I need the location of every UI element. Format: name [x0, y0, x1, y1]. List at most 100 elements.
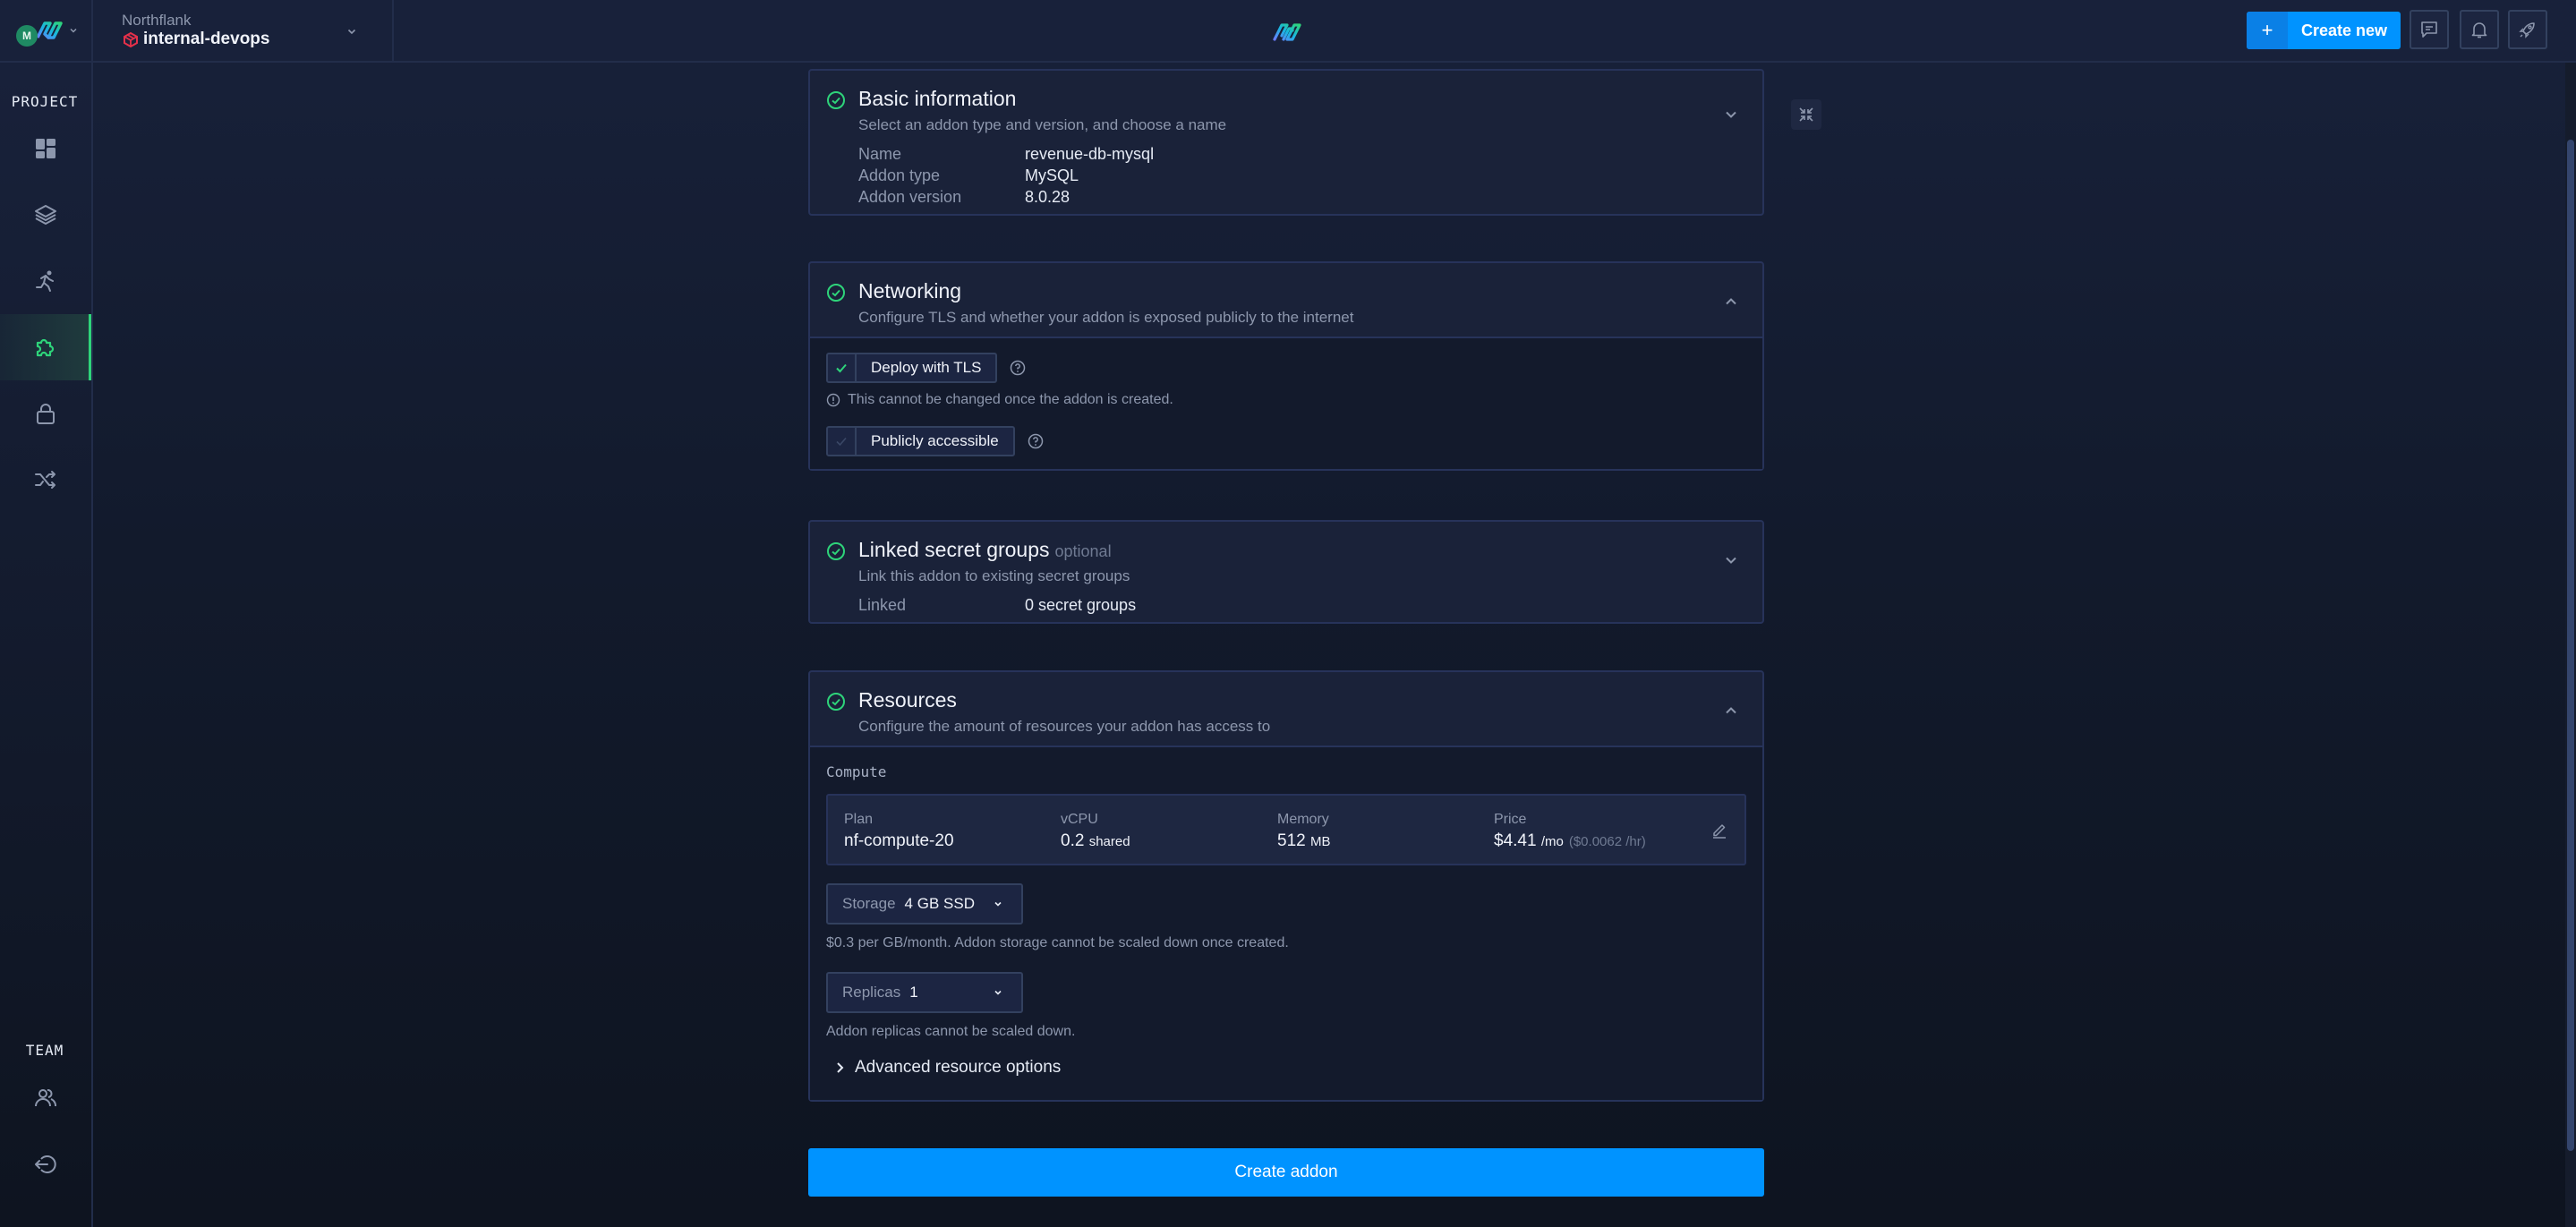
compute-heading: Compute	[826, 763, 887, 780]
replicas-select[interactable]: Replicas 1	[826, 972, 1023, 1013]
scrollbar-thumb[interactable]	[2567, 140, 2574, 1151]
edit-pencil-icon[interactable]	[1710, 821, 1728, 839]
account-switcher[interactable]: M	[0, 0, 93, 63]
chat-icon	[2421, 21, 2437, 38]
northflank-logo-icon	[1273, 23, 1301, 41]
sidebar-item-team-members[interactable]	[0, 1065, 91, 1131]
advanced-resource-options-toggle[interactable]: Advanced resource options	[835, 1058, 1061, 1078]
compute-plan-card: Plan nf-compute-20 vCPU 0.2 shared Memor…	[826, 794, 1746, 865]
sidebar-item-jobs[interactable]	[0, 248, 91, 314]
top-bar: M Northflank internal-devops + Create ne…	[0, 0, 2576, 63]
chevron-down-icon	[994, 901, 1002, 907]
project-selector[interactable]: Northflank internal-devops	[93, 0, 394, 63]
optional-badge: optional	[1054, 542, 1112, 560]
create-new-button[interactable]: + Create new	[2247, 12, 2401, 49]
vcpu-label: vCPU	[1061, 812, 1098, 827]
project-name: internal-devops	[143, 30, 270, 48]
field-row: Addon version 8.0.28	[858, 186, 1762, 208]
sidebar-item-logout[interactable]	[0, 1131, 91, 1197]
project-heading: PROJECT	[11, 93, 79, 110]
section-title: Resources	[858, 688, 957, 711]
sidebar-item-services[interactable]	[0, 182, 91, 248]
sidebar-item-pipelines[interactable]	[0, 447, 91, 513]
team-heading: TEAM	[25, 1042, 64, 1059]
select-label: Storage	[842, 895, 896, 912]
publicly-accessible-checkbox[interactable]: Publicly accessible	[826, 426, 1015, 456]
field-value: revenue-db-mysql	[1025, 145, 1155, 163]
deploy-with-tls-checkbox[interactable]: Deploy with TLS	[826, 353, 998, 383]
resources-section: Resources Configure the amount of resour…	[808, 670, 1764, 1102]
field-value: 0 secret groups	[1025, 596, 1137, 614]
chevron-right-icon	[837, 1062, 844, 1073]
select-value: 1	[909, 984, 918, 1001]
price-value: $4.41	[1494, 831, 1537, 850]
field-value: 8.0.28	[1025, 188, 1070, 206]
northflank-logo-icon	[36, 21, 63, 39]
create-addon-button[interactable]: Create addon	[808, 1148, 1764, 1197]
whats-new-button[interactable]	[2508, 10, 2547, 49]
rocket-icon	[2519, 22, 2535, 38]
field-label: Addon version	[858, 188, 962, 206]
chevron-up-icon[interactable]	[1723, 703, 1739, 719]
memory-unit: MB	[1309, 834, 1331, 849]
price-column: Price $4.41 /mo ($0.0062 /hr)	[1494, 812, 1646, 851]
chevron-down-icon	[347, 29, 356, 35]
layers-icon	[35, 205, 56, 225]
plus-icon: +	[2247, 12, 2288, 49]
help-circle-icon[interactable]	[1028, 433, 1044, 449]
chevron-down-icon[interactable]	[1723, 107, 1739, 123]
create-new-label: Create new	[2300, 21, 2388, 39]
feedback-button[interactable]	[2410, 10, 2449, 49]
field-row: Linked 0 secret groups	[858, 594, 1762, 616]
sidebar-item-addons[interactable]	[0, 314, 91, 380]
price-hourly: ($0.0062 /hr)	[1568, 834, 1646, 849]
info-icon	[826, 393, 840, 407]
field-row: Name revenue-db-mysql	[858, 143, 1762, 165]
sidebar-item-dashboard[interactable]	[0, 115, 91, 182]
field-label: Linked	[858, 596, 907, 614]
chevron-up-icon[interactable]	[1723, 294, 1739, 310]
vcpu-value: 0.2	[1061, 831, 1085, 850]
plan-label: Plan	[844, 812, 874, 827]
advanced-label: Advanced resource options	[855, 1058, 1062, 1077]
plan-value: nf-compute-20	[844, 831, 954, 850]
check-circle-icon	[827, 693, 845, 711]
avatar[interactable]: M	[16, 25, 38, 47]
help-circle-icon[interactable]	[1010, 360, 1026, 376]
bell-icon	[2471, 22, 2487, 38]
users-icon	[35, 1089, 56, 1107]
field-row: Addon type MySQL	[858, 165, 1762, 186]
logout-icon	[35, 1155, 56, 1173]
chevron-down-icon[interactable]	[1723, 552, 1739, 568]
notifications-button[interactable]	[2460, 10, 2499, 49]
vcpu-column: vCPU 0.2 shared	[1061, 812, 1130, 851]
section-title: Linked secret groups optional	[858, 538, 1762, 562]
section-subtitle: Configure TLS and whether your addon is …	[858, 309, 1354, 326]
field-label: Name	[858, 145, 902, 163]
title-text: Linked secret groups	[858, 538, 1050, 561]
vcpu-unit: shared	[1088, 834, 1130, 849]
section-subtitle: Select an addon type and version, and ch…	[858, 116, 1227, 133]
chevron-down-icon	[994, 990, 1002, 995]
field-value: MySQL	[1025, 166, 1079, 184]
replicas-help: Addon replicas cannot be scaled down.	[826, 1024, 1076, 1039]
basic-information-section: Basic information Select an addon type a…	[808, 69, 1764, 216]
storage-select[interactable]: Storage 4 GB SSD	[826, 883, 1023, 925]
section-subtitle: Link this addon to existing secret group…	[858, 567, 1130, 584]
section-title: Networking	[858, 279, 962, 302]
storage-help: $0.3 per GB/month. Addon storage cannot …	[826, 935, 1289, 950]
memory-column: Memory 512 MB	[1277, 812, 1330, 851]
checkmark-icon	[836, 363, 847, 373]
price-label: Price	[1494, 812, 1527, 827]
checkmark-icon	[836, 437, 847, 447]
sidebar-item-secrets[interactable]	[0, 380, 91, 447]
scrollbar[interactable]	[2565, 63, 2576, 1227]
org-name: Northflank	[122, 12, 192, 29]
collapse-all-button[interactable]	[1791, 99, 1821, 130]
select-value: 4 GB SSD	[904, 895, 975, 912]
checkbox-label: Publicly accessible	[871, 432, 999, 449]
section-subtitle: Configure the amount of resources your a…	[858, 718, 1271, 735]
shuffle-icon	[35, 471, 55, 489]
section-title: Basic information	[858, 87, 1017, 110]
chevron-down-icon	[70, 28, 77, 33]
